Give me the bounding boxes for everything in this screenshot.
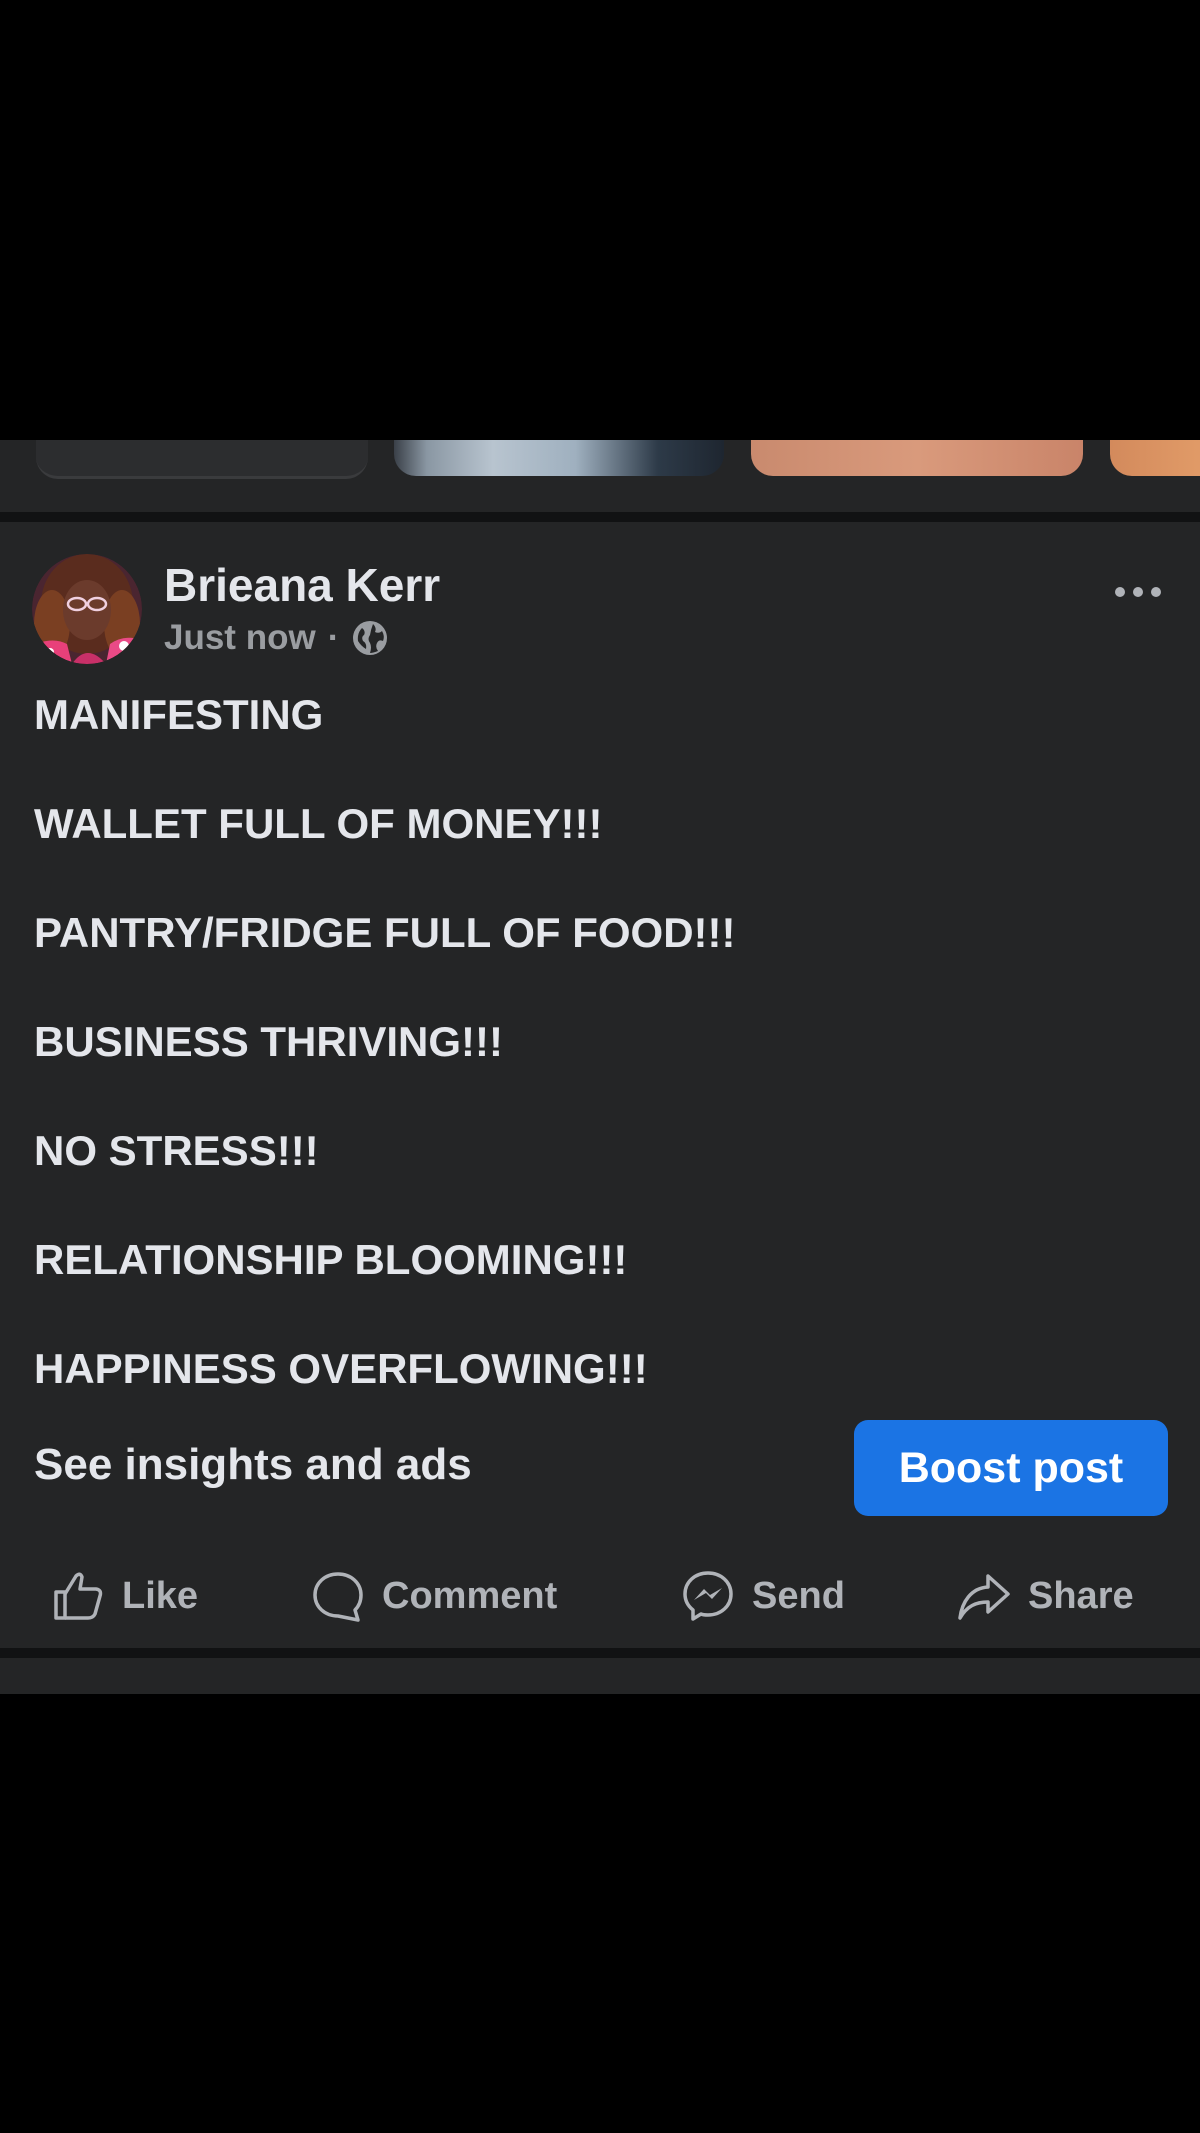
post-timestamp[interactable]: Just now <box>164 618 316 658</box>
post-text-line: NO STRESS!!! <box>34 1127 319 1174</box>
feed-divider <box>0 512 1200 522</box>
top-letterbox <box>0 0 1200 440</box>
feed-divider <box>0 1648 1200 1658</box>
story-card[interactable] <box>1110 440 1200 476</box>
share-label: Share <box>1028 1574 1134 1617</box>
avatar[interactable] <box>32 554 142 664</box>
story-card[interactable] <box>751 440 1083 476</box>
post-text-line: RELATIONSHIP BLOOMING!!! <box>34 1236 628 1283</box>
more-horizontal-icon <box>1115 587 1161 597</box>
comment-label: Comment <box>382 1574 558 1617</box>
thumbs-up-icon <box>54 1572 103 1620</box>
send-label: Send <box>752 1574 845 1617</box>
more-options-button[interactable] <box>1112 574 1164 610</box>
author-name[interactable]: Brieana Kerr <box>164 558 440 612</box>
post-actions-bar: Like Comment Send Share <box>0 1544 1200 1648</box>
post-text-line: BUSINESS THRIVING!!! <box>34 1018 504 1065</box>
send-button[interactable]: Send <box>680 1544 845 1648</box>
comment-button[interactable]: Comment <box>310 1544 557 1648</box>
story-card[interactable] <box>394 440 724 476</box>
story-card[interactable] <box>36 440 368 479</box>
next-post-card <box>0 1658 1200 1694</box>
post-meta: Just now · <box>164 618 389 658</box>
like-label: Like <box>122 1574 199 1617</box>
globe-icon[interactable] <box>351 619 389 657</box>
messenger-icon <box>683 1571 733 1621</box>
post-text: MANIFESTING WALLET FULL OF MONEY!!! PANT… <box>34 690 1164 1453</box>
post-card: Brieana Kerr Just now · MANIFESTING WALL… <box>0 522 1200 1648</box>
post-text-line: WALLET FULL OF MONEY!!! <box>34 800 603 847</box>
stories-strip <box>0 440 1200 512</box>
comment-bubble-icon <box>313 1572 363 1622</box>
post-text-line: MANIFESTING <box>34 691 324 738</box>
post-text-line: PANTRY/FRIDGE FULL OF FOOD!!! <box>34 909 736 956</box>
bottom-letterbox <box>0 1694 1200 2133</box>
avatar-image <box>32 554 142 664</box>
share-arrow-icon <box>958 1574 1010 1620</box>
boost-post-button[interactable]: Boost post <box>854 1420 1168 1516</box>
see-insights-link[interactable]: See insights and ads <box>34 1440 472 1490</box>
meta-separator: · <box>327 618 340 657</box>
like-button[interactable]: Like <box>50 1544 198 1648</box>
share-button[interactable]: Share <box>956 1544 1134 1648</box>
